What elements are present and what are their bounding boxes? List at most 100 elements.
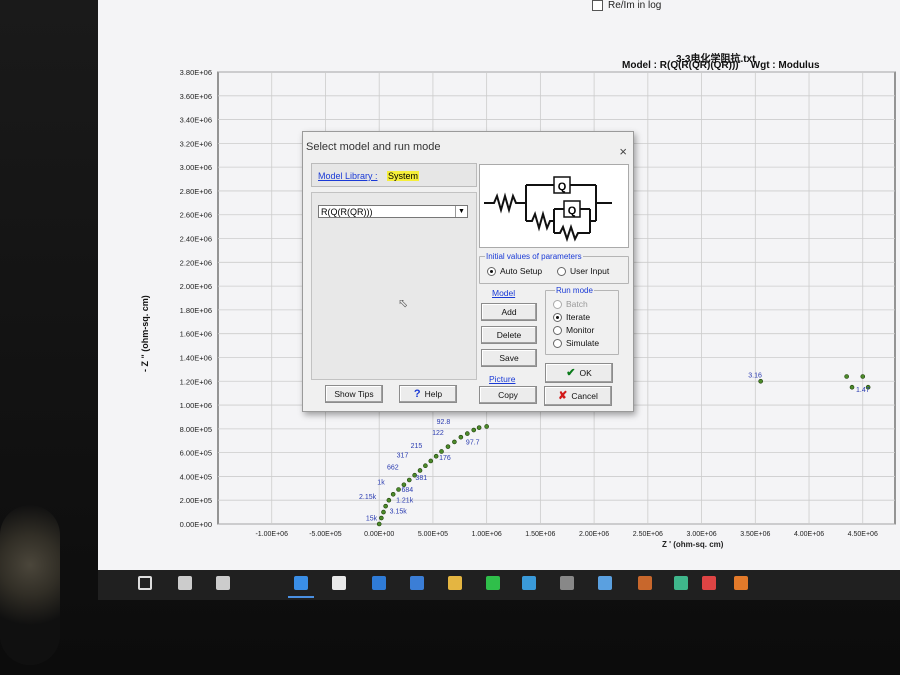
- search-icon[interactable]: [178, 576, 192, 590]
- data-point: [396, 487, 401, 492]
- mouse-pointer-icon: ⬁: [398, 296, 409, 310]
- app3-icon[interactable]: [598, 576, 612, 590]
- x-icon: ✘: [558, 390, 568, 402]
- data-point: [445, 444, 451, 449]
- data-point: [471, 427, 477, 433]
- re-im-log-checkbox[interactable]: [592, 0, 603, 11]
- app2-icon[interactable]: [560, 576, 574, 590]
- show-tips-button[interactable]: Show Tips: [325, 385, 383, 403]
- edge-icon[interactable]: [294, 576, 308, 590]
- task-view-icon[interactable]: [216, 576, 230, 590]
- y-tick-label: 2.80E+06: [180, 187, 212, 196]
- model-select[interactable]: R(Q(R(QR))) ▼: [318, 205, 468, 218]
- photos-icon[interactable]: [410, 576, 424, 590]
- point-label: 97.7: [466, 439, 480, 446]
- y-tick-label: 1.40E+06: [180, 353, 212, 362]
- run-mode-legend: Run mode: [555, 286, 594, 295]
- close-icon[interactable]: ×: [619, 144, 627, 159]
- x-tick-label: 1.50E+06: [525, 531, 555, 538]
- data-point: [458, 434, 464, 440]
- copy-button[interactable]: Copy: [479, 386, 537, 404]
- model-list-pane: R(Q(R(QR))) ▼ ⬁: [311, 192, 477, 380]
- windows-start-icon[interactable]: [138, 576, 152, 590]
- point-label: 1.47: [856, 387, 870, 394]
- app5-icon[interactable]: [674, 576, 688, 590]
- chevron-down-icon[interactable]: ▼: [455, 206, 467, 217]
- data-point: [860, 374, 866, 379]
- point-label: 662: [387, 464, 399, 471]
- mail-icon[interactable]: [372, 576, 386, 590]
- initial-values-legend: Initial values of parameters: [485, 252, 583, 261]
- y-tick-label: 1.20E+06: [180, 377, 212, 386]
- help-button[interactable]: ? Help: [399, 385, 457, 403]
- app7-icon[interactable]: [734, 576, 748, 590]
- radio-icon: [553, 313, 562, 323]
- app4-icon[interactable]: [638, 576, 652, 590]
- point-label: 317: [397, 452, 409, 459]
- point-label: 122: [432, 430, 444, 437]
- x-tick-label: 3.00E+06: [686, 531, 716, 538]
- data-point: [849, 384, 855, 390]
- cancel-button[interactable]: ✘ Cancel: [544, 386, 612, 406]
- point-label: 92.8: [437, 419, 451, 426]
- simulate-radio[interactable]: Simulate: [553, 338, 599, 349]
- circuit-diagram: Q Q: [479, 164, 629, 248]
- circuit-q2: Q: [568, 205, 577, 217]
- point-label: 684: [401, 487, 413, 494]
- y-tick-label: 8.00E+05: [180, 425, 212, 434]
- data-point: [406, 477, 412, 483]
- radio-icon: [553, 300, 562, 310]
- user-input-radio[interactable]: User Input: [557, 266, 610, 277]
- batch-radio[interactable]: Batch: [553, 299, 588, 310]
- data-point: [476, 425, 482, 430]
- y-tick-label: 2.20E+06: [180, 258, 212, 267]
- y-tick-label: 4.00E+05: [180, 472, 212, 481]
- add-button[interactable]: Add: [481, 303, 537, 321]
- data-point: [376, 521, 382, 527]
- radio-icon: [553, 326, 562, 336]
- model-select-value: R(Q(R(QR))): [321, 207, 373, 217]
- point-label: 2.15k: [359, 494, 377, 501]
- explorer-icon[interactable]: [448, 576, 462, 590]
- model-library-link[interactable]: Model Library :: [318, 171, 378, 181]
- app6-icon[interactable]: [702, 576, 716, 590]
- help-icon: ?: [413, 388, 421, 400]
- point-label: 381: [415, 475, 427, 482]
- app1-icon[interactable]: [522, 576, 536, 590]
- taskbar: [98, 570, 900, 600]
- y-tick-label: 3.60E+06: [180, 92, 212, 101]
- point-label: 1.21k: [396, 498, 414, 505]
- y-tick-label: 2.60E+06: [180, 211, 212, 220]
- model-library-value: System: [387, 171, 420, 181]
- radio-icon: [557, 267, 566, 277]
- ok-button[interactable]: ✔ OK: [545, 363, 613, 383]
- cancel-label: Cancel: [571, 391, 598, 401]
- picture-label: Picture: [489, 374, 516, 384]
- data-point: [452, 439, 457, 445]
- point-label: 215: [411, 443, 423, 450]
- y-axis-label: - Z " (ohm-sq. cm): [140, 295, 150, 372]
- y-tick-label: 1.80E+06: [180, 306, 212, 315]
- radio-icon: [487, 267, 496, 277]
- save-button[interactable]: Save: [481, 349, 537, 367]
- y-tick-label: 1.00E+06: [180, 401, 212, 410]
- auto-setup-label: Auto Setup: [500, 266, 543, 276]
- select-model-dialog: Select model and run mode × Model Librar…: [302, 131, 634, 412]
- y-tick-label: 3.80E+06: [180, 68, 212, 77]
- y-tick-label: 3.20E+06: [180, 139, 212, 148]
- point-label: 1k: [377, 480, 385, 487]
- data-point: [381, 509, 386, 515]
- iterate-radio[interactable]: Iterate: [553, 312, 590, 323]
- auto-setup-radio[interactable]: Auto Setup: [487, 266, 543, 277]
- user-input-label: User Input: [570, 266, 610, 276]
- data-point: [390, 491, 396, 497]
- store-icon[interactable]: [332, 576, 346, 590]
- wechat-icon[interactable]: [486, 576, 500, 590]
- re-im-log-option[interactable]: Re/Im in log: [592, 0, 661, 11]
- model-header: Model : R(Q(R(QR)(QR))) Wgt : Modulus: [622, 60, 820, 71]
- delete-button[interactable]: Delete: [481, 326, 537, 344]
- monitor-radio[interactable]: Monitor: [553, 325, 594, 336]
- help-label: Help: [424, 389, 443, 399]
- y-tick-label: 2.40E+06: [180, 235, 212, 244]
- data-point: [433, 453, 439, 459]
